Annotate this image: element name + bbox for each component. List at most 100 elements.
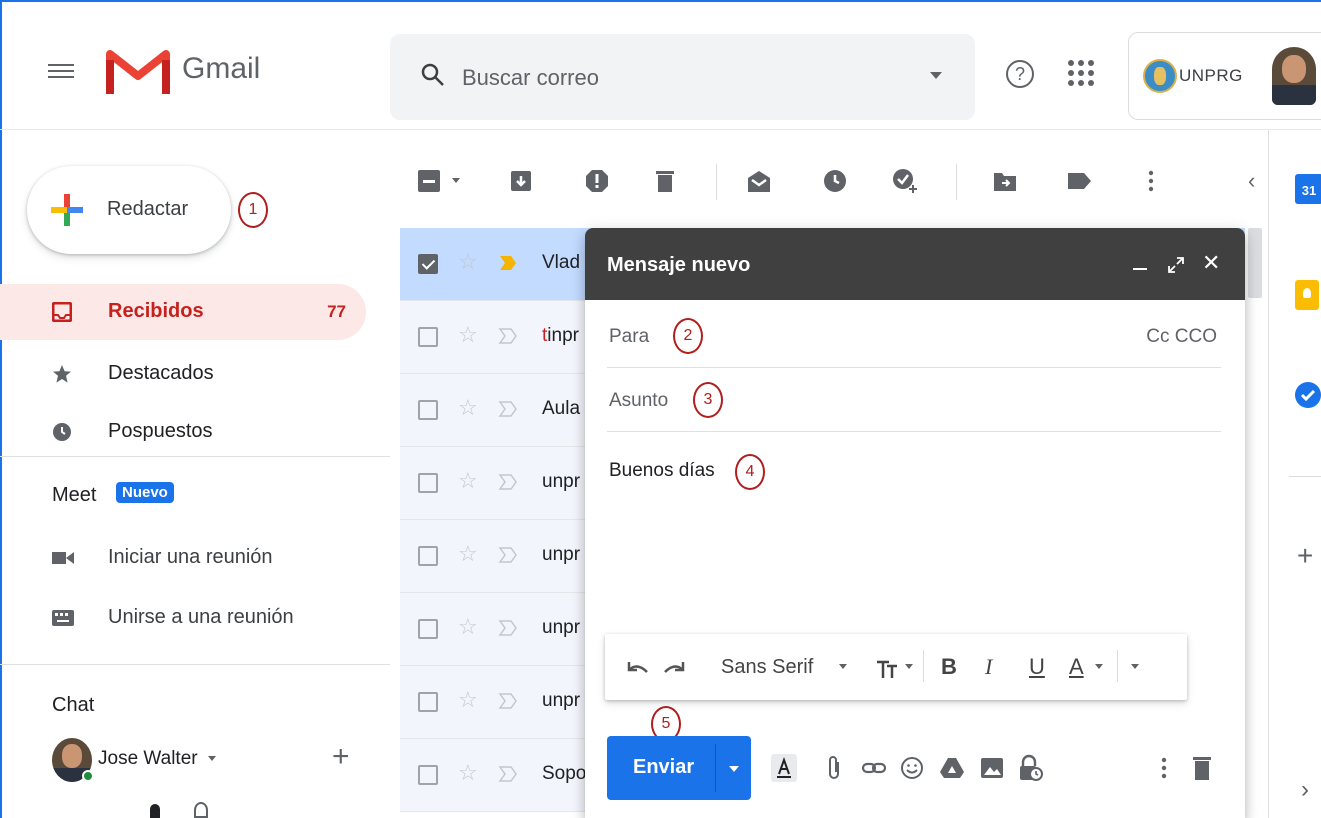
more-formatting-dropdown-icon[interactable] — [1131, 664, 1139, 669]
star-icon — [53, 365, 71, 383]
search-options-dropdown-icon[interactable] — [930, 72, 942, 79]
underline-button[interactable]: U — [1029, 654, 1045, 680]
meet-new-badge: Nuevo — [116, 482, 174, 503]
star-toggle-icon[interactable]: ☆ — [458, 761, 478, 785]
star-toggle-icon[interactable]: ☆ — [458, 396, 478, 420]
italic-button[interactable]: I — [985, 654, 992, 680]
importance-marker-icon[interactable] — [498, 619, 518, 637]
snooze-clock-icon[interactable] — [822, 168, 848, 194]
more-options-vertical-icon[interactable] — [1151, 754, 1177, 782]
side-panel: 31 + › — [1268, 130, 1321, 818]
send-button[interactable]: Enviar — [607, 736, 751, 800]
redo-icon[interactable] — [663, 660, 687, 676]
text-color-button[interactable]: A — [1069, 654, 1084, 680]
chevron-down-icon[interactable] — [208, 756, 216, 761]
star-toggle-icon[interactable]: ☆ — [458, 688, 478, 712]
compose-button[interactable]: Redactar — [27, 166, 231, 254]
tasks-app-icon[interactable] — [1295, 382, 1321, 408]
expand-fullscreen-icon[interactable] — [1167, 256, 1185, 274]
text-color-dropdown-icon[interactable] — [1095, 664, 1103, 669]
subject-field[interactable]: Asunto 3 — [607, 372, 1221, 432]
importance-marker-icon[interactable] — [498, 327, 518, 345]
importance-marker-icon[interactable] — [498, 473, 518, 491]
chat-user-switcher[interactable]: Jose Walter + — [52, 738, 362, 782]
importance-marker-icon[interactable] — [498, 765, 518, 783]
row-sender: Aula — [542, 398, 581, 419]
compose-header[interactable]: Mensaje nuevo ✕ — [585, 228, 1245, 300]
row-sender: unpr — [542, 617, 581, 638]
archive-icon[interactable] — [508, 168, 534, 194]
account-switcher[interactable]: UNPRG — [1128, 32, 1321, 120]
send-options-dropdown-icon[interactable] — [729, 766, 739, 772]
importance-marker-icon[interactable] — [498, 692, 518, 710]
recipients-field[interactable]: Para 2 Cc CCO — [607, 308, 1221, 368]
star-toggle-icon[interactable]: ☆ — [458, 542, 478, 566]
cc-bcc-link[interactable]: Cc CCO — [1146, 326, 1217, 348]
row-checkbox[interactable] — [418, 619, 438, 639]
main-menu-icon[interactable] — [48, 60, 74, 86]
delete-icon[interactable] — [652, 168, 678, 194]
font-size-icon[interactable] — [875, 656, 899, 680]
label-tag-icon[interactable] — [1066, 168, 1092, 194]
google-drive-icon[interactable] — [939, 754, 965, 782]
font-family-select[interactable]: Sans Serif — [721, 654, 813, 680]
search-icon[interactable] — [420, 62, 446, 88]
account-avatar[interactable] — [1272, 47, 1316, 105]
close-icon[interactable]: ✕ — [1202, 252, 1220, 274]
insert-link-icon[interactable] — [861, 754, 887, 782]
move-to-folder-icon[interactable] — [992, 168, 1018, 194]
chevron-left-icon[interactable]: ‹ — [1248, 168, 1255, 194]
chat-bubble-icon[interactable] — [194, 802, 208, 818]
add-to-tasks-icon[interactable] — [892, 168, 918, 194]
start-chat-plus-icon[interactable]: + — [332, 742, 350, 772]
select-all-checkbox-icon[interactable] — [416, 168, 442, 194]
row-checkbox[interactable] — [418, 254, 438, 274]
font-size-dropdown-icon[interactable] — [905, 664, 913, 669]
formatting-options-icon[interactable] — [771, 754, 797, 782]
star-toggle-icon[interactable]: ☆ — [458, 615, 478, 639]
discard-draft-trash-icon[interactable] — [1189, 754, 1215, 782]
insert-photo-icon[interactable] — [979, 754, 1005, 782]
minimize-icon[interactable] — [1133, 268, 1147, 270]
insert-emoji-icon[interactable] — [899, 754, 925, 782]
meet-join-meeting[interactable]: Unirse a una reunión — [0, 594, 366, 644]
google-apps-icon[interactable] — [1068, 60, 1094, 86]
star-toggle-icon[interactable]: ☆ — [458, 323, 478, 347]
calendar-app-icon[interactable]: 31 — [1295, 174, 1321, 204]
chevron-right-icon[interactable]: › — [1301, 776, 1309, 804]
message-body[interactable]: Buenos días — [609, 460, 715, 482]
sidebar-item-inbox[interactable]: Recibidos 77 — [0, 284, 366, 340]
side-panel-divider — [1289, 476, 1321, 477]
help-icon[interactable]: ? — [1006, 60, 1034, 88]
confidential-mode-icon[interactable] — [1017, 754, 1043, 782]
select-options-dropdown-icon[interactable] — [452, 178, 460, 183]
get-addons-plus-icon[interactable]: + — [1297, 540, 1313, 572]
list-scrollbar[interactable] — [1248, 228, 1262, 298]
sidebar-item-snoozed[interactable]: Pospuestos — [0, 404, 366, 460]
bold-button[interactable]: B — [941, 654, 957, 680]
row-checkbox[interactable] — [418, 473, 438, 493]
report-spam-icon[interactable] — [584, 168, 610, 194]
star-toggle-icon[interactable]: ☆ — [458, 250, 478, 274]
search-bar[interactable] — [390, 34, 975, 120]
person-icon[interactable] — [150, 804, 160, 818]
importance-marker-icon[interactable] — [498, 254, 518, 272]
row-checkbox[interactable] — [418, 765, 438, 785]
undo-icon[interactable] — [625, 660, 649, 676]
sidebar-item-starred[interactable]: Destacados — [0, 346, 366, 402]
attach-file-icon[interactable] — [821, 754, 847, 782]
importance-marker-icon[interactable] — [498, 546, 518, 564]
importance-marker-icon[interactable] — [498, 400, 518, 418]
gmail-brand-name[interactable]: Gmail — [182, 52, 260, 86]
font-family-dropdown-icon[interactable] — [839, 664, 847, 669]
row-checkbox[interactable] — [418, 327, 438, 347]
more-options-vertical-icon[interactable] — [1138, 168, 1164, 194]
meet-start-meeting[interactable]: Iniciar una reunión — [0, 534, 366, 584]
mark-as-read-icon[interactable] — [746, 168, 772, 194]
row-checkbox[interactable] — [418, 546, 438, 566]
row-checkbox[interactable] — [418, 400, 438, 420]
keep-app-icon[interactable] — [1295, 280, 1319, 310]
search-input[interactable] — [462, 60, 902, 96]
row-checkbox[interactable] — [418, 692, 438, 712]
star-toggle-icon[interactable]: ☆ — [458, 469, 478, 493]
